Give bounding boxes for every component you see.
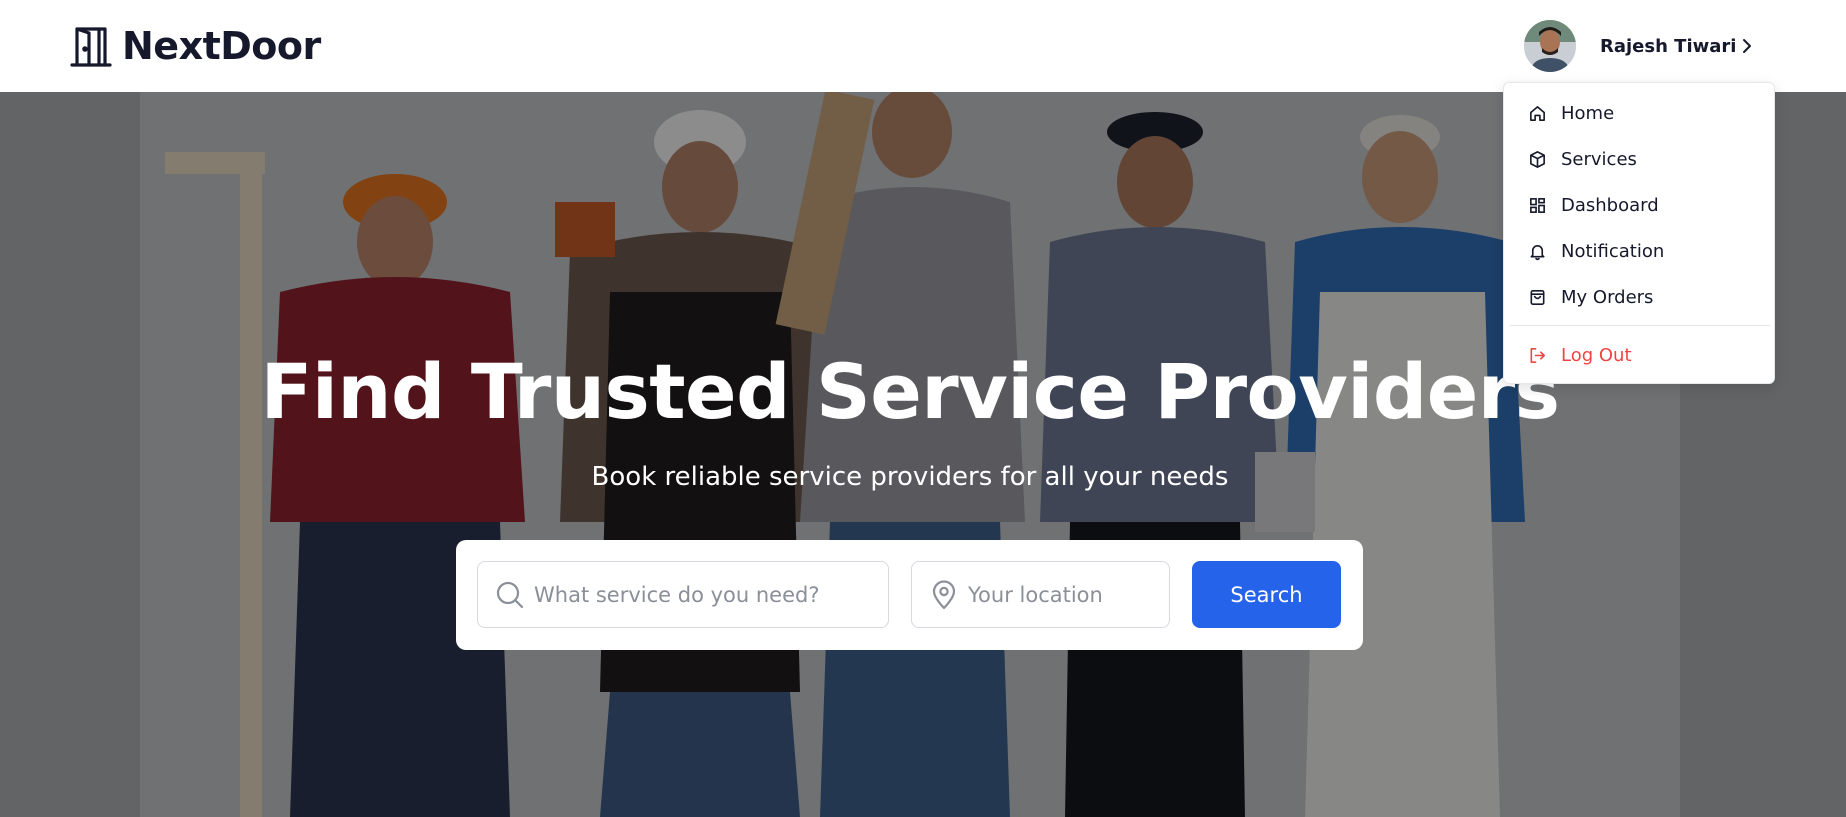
service-search-input[interactable] bbox=[534, 582, 874, 607]
user-dropdown-menu: Home Services Dashboard Notification My … bbox=[1503, 82, 1775, 384]
service-search-field[interactable] bbox=[477, 561, 889, 628]
menu-label-logout: Log Out bbox=[1561, 344, 1632, 366]
user-menu-toggle[interactable]: Rajesh Tiwari bbox=[1524, 20, 1764, 72]
menu-item-my-orders[interactable]: My Orders bbox=[1504, 276, 1774, 318]
menu-item-home[interactable]: Home bbox=[1504, 92, 1774, 134]
search-card: Search bbox=[456, 540, 1363, 650]
logout-icon bbox=[1530, 347, 1545, 363]
shopping-bag-icon bbox=[1530, 289, 1545, 305]
search-button[interactable]: Search bbox=[1192, 561, 1341, 628]
hero-subtitle: Book reliable service providers for all … bbox=[591, 462, 1229, 492]
door-icon bbox=[70, 27, 112, 67]
chevron-right-icon bbox=[1743, 39, 1751, 53]
menu-divider bbox=[1510, 325, 1770, 326]
menu-label-services: Services bbox=[1561, 148, 1637, 170]
menu-item-logout[interactable]: Log Out bbox=[1504, 334, 1774, 376]
avatar bbox=[1524, 20, 1576, 72]
menu-label-dashboard: Dashboard bbox=[1561, 194, 1659, 216]
home-icon bbox=[1530, 105, 1545, 121]
menu-item-notification[interactable]: Notification bbox=[1504, 230, 1774, 272]
grid-icon bbox=[1530, 197, 1545, 213]
bell-icon bbox=[1530, 244, 1545, 260]
menu-label-home: Home bbox=[1561, 102, 1615, 124]
menu-label-notification: Notification bbox=[1561, 240, 1665, 262]
menu-label-my-orders: My Orders bbox=[1561, 286, 1654, 308]
brand-name: NextDoor bbox=[122, 24, 321, 68]
box-icon bbox=[1530, 150, 1545, 168]
location-field[interactable] bbox=[911, 561, 1170, 628]
menu-item-services[interactable]: Services bbox=[1504, 138, 1774, 180]
user-name: Rajesh Tiwari bbox=[1600, 35, 1737, 57]
brand-logo[interactable]: NextDoor bbox=[68, 22, 321, 70]
location-input[interactable] bbox=[968, 582, 1158, 607]
search-icon bbox=[496, 581, 524, 608]
menu-item-dashboard[interactable]: Dashboard bbox=[1504, 184, 1774, 226]
map-pin-icon bbox=[932, 579, 956, 609]
top-navbar: NextDoor Rajesh Tiwari bbox=[0, 0, 1846, 92]
